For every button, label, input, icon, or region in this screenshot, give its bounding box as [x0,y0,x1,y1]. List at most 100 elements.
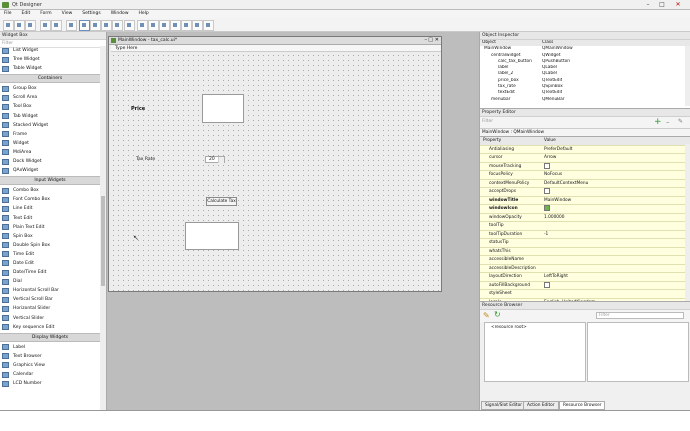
widget-item[interactable]: Tool Box [0,102,100,111]
widget-item[interactable]: List Widget [0,46,100,55]
tab-action-editor[interactable]: Action Editor [523,401,559,410]
property-row[interactable]: contextMenuPolicy DefaultContextMenu [480,180,690,188]
property-value[interactable]: -1 [544,231,684,239]
property-row[interactable]: statusTip [480,239,690,248]
edit-buddies-icon[interactable] [101,20,112,31]
menu-window[interactable]: Window [111,10,129,18]
widget-item[interactable]: Line Edit [0,204,100,213]
property-value[interactable]: PreferDefault [544,146,684,154]
property-row[interactable]: layoutDirection LeftToRight [480,273,690,282]
widget-category[interactable]: Display Widgets [0,332,100,342]
property-row[interactable]: windowTitle MainWindow [480,197,690,205]
menu-help[interactable]: Help [139,10,149,18]
widget-item[interactable]: Tab Widget [0,112,100,121]
add-property-icon[interactable]: + [654,117,662,127]
widget-item[interactable]: Table Widget [0,64,100,73]
property-value[interactable]: NoFocus [544,171,684,179]
splitter-vertical-icon[interactable] [159,20,170,31]
form-window[interactable]: MainWindow - tax_calc.ui* – □ ✕ Type Her… [108,36,442,292]
widget-item[interactable]: QAxWidget [0,166,100,175]
widget-item[interactable]: MdiArea [0,148,100,157]
object-inspector-scrollbar[interactable] [685,46,690,106]
property-value[interactable] [544,162,684,171]
widget-item[interactable]: Calendar [0,370,100,379]
cut-icon[interactable] [66,20,77,31]
property-row[interactable]: toolTip [480,222,690,231]
widget-item[interactable]: Frame [0,130,100,139]
widget-item[interactable]: Combo Box [0,186,100,195]
tax-rate-spinbox[interactable]: 20 [205,156,225,163]
menu-edit[interactable]: Edit [22,10,31,18]
widget-item[interactable]: Date/Time Edit [0,268,100,277]
lay-out-horizontal-icon[interactable] [124,20,135,31]
property-row[interactable]: Antialiasing PreferDefault [480,146,690,154]
property-row[interactable]: cursor Arrow [480,154,690,163]
property-row[interactable]: windowOpacity 1.000000 [480,214,690,222]
break-layout-icon[interactable] [192,20,203,31]
lay-out-grid-icon[interactable] [170,20,181,31]
price-box[interactable] [202,94,244,123]
widget-item[interactable]: Widget [0,139,100,148]
tab-resource-browser[interactable]: Resource Browser [559,401,606,410]
property-row[interactable]: autoFillBackground [480,281,690,290]
widget-item[interactable]: Key sequence Edit [0,323,100,332]
lay-out-vertical-icon[interactable] [137,20,148,31]
remove-property-icon[interactable]: – [666,118,670,126]
widget-item[interactable]: Label [0,343,100,352]
widget-item[interactable]: Vertical Scroll Bar [0,295,100,304]
widget-item[interactable]: Spin Box [0,232,100,241]
tax-rate-label[interactable]: Tax Rate [136,157,155,162]
minimize-icon[interactable]: – [642,1,654,8]
property-filter[interactable]: Filter [482,119,493,124]
property-value[interactable]: 1.000000 [544,214,684,222]
result-text-edit[interactable] [185,222,239,250]
redo-icon[interactable] [51,20,62,31]
widget-item[interactable]: Stacked Widget [0,121,100,130]
property-value[interactable] [544,205,684,213]
property-row[interactable]: whatsThis [480,248,690,256]
widget-item[interactable]: Dock Widget [0,157,100,166]
widget-item[interactable]: Group Box [0,84,100,93]
property-row[interactable]: locale English, UnitedKingdom [480,299,690,302]
property-value[interactable]: Arrow [544,154,684,162]
menu-file[interactable]: File [4,10,12,18]
property-row[interactable]: accessibleName [480,256,690,265]
resource-tree[interactable]: <resource root> [484,322,586,382]
resource-root[interactable]: <resource root> [491,325,527,330]
form-maximize-icon[interactable]: □ [428,37,433,43]
form-menu-placeholder[interactable]: Type Here [111,45,441,52]
widget-item[interactable]: Time Edit [0,250,100,259]
widget-item[interactable]: Horizontal Slider [0,304,100,313]
maximize-icon[interactable]: □ [656,1,668,8]
reload-icon[interactable]: ↻ [494,310,501,319]
edit-widgets-icon[interactable] [79,20,90,31]
property-row[interactable]: styleSheet [480,290,690,299]
adjust-size-icon[interactable] [203,20,214,31]
widget-item[interactable]: Vertical Slider [0,314,100,323]
lay-out-form-icon[interactable] [181,20,192,31]
edit-resources-icon[interactable]: ✎ [483,311,490,320]
widget-item[interactable]: Double Spin Box [0,241,100,250]
spin-arrows-icon[interactable] [218,157,224,163]
property-value[interactable]: LeftToRight [544,273,684,281]
widget-item[interactable]: Font Combo Box [0,195,100,204]
property-value[interactable]: MainWindow [544,197,684,205]
widget-item[interactable]: LCD Number [0,379,100,388]
property-row[interactable]: mouseTracking [480,162,690,171]
tab-signal-slot-editor[interactable]: Signal/Slot Editor [481,401,526,410]
property-row[interactable]: toolTipDuration -1 [480,231,690,239]
close-icon[interactable]: ✕ [672,1,684,8]
undo-icon[interactable] [40,20,51,31]
open-icon[interactable] [14,20,25,31]
widget-item[interactable]: Horizontal Scroll Bar [0,286,100,295]
property-row[interactable]: accessibleDescription [480,265,690,273]
property-scrollbar[interactable] [685,144,690,301]
menu-view[interactable]: View [62,10,73,18]
form-minimize-icon[interactable]: – [425,37,428,43]
widget-item[interactable]: Text Edit [0,214,100,223]
edit-signals-icon[interactable] [90,20,101,31]
splitter-horizontal-icon[interactable] [148,20,159,31]
widget-item[interactable]: Graphics View [0,361,100,370]
widget-item[interactable]: Plain Text Edit [0,223,100,232]
widget-item[interactable]: Text Browser [0,352,100,361]
